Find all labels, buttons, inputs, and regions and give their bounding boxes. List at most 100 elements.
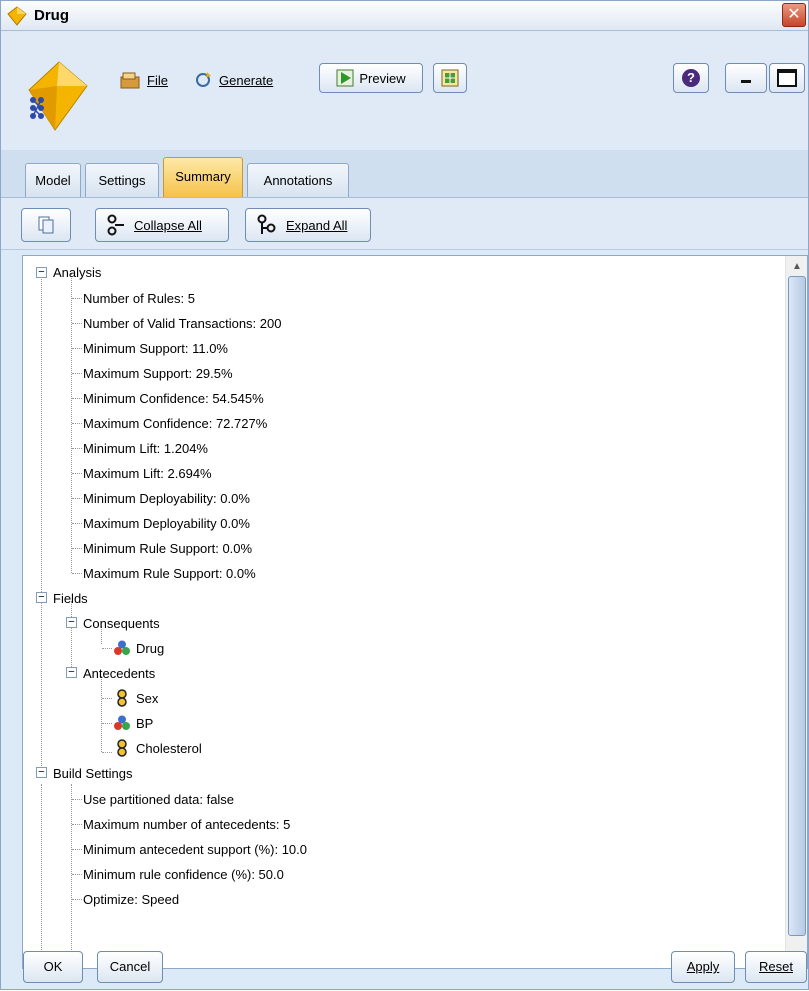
file-menu-label: File <box>147 72 168 88</box>
vertical-scrollbar[interactable]: ▲ ▼ <box>785 256 807 968</box>
expand-all-button[interactable]: Expand All <box>245 208 371 242</box>
analysis-item: Maximum Deployability 0.0% <box>83 515 250 531</box>
tab-summary[interactable]: Summary <box>163 157 243 197</box>
tree-connector <box>41 272 42 776</box>
tab-bar: Model Settings Summary Annotations <box>1 150 808 198</box>
title-bar[interactable]: Drug ✕ <box>1 1 808 31</box>
build-settings-label: Build Settings <box>53 765 133 781</box>
consequent-field-drug: Drug <box>113 638 164 658</box>
preview-label: Preview <box>359 70 406 86</box>
tab-annotations[interactable]: Annotations <box>247 163 349 197</box>
fields-label: Fields <box>53 590 88 606</box>
tree-connector <box>102 723 112 724</box>
tree-connector <box>72 523 82 524</box>
analysis-item: Minimum Support: 11.0% <box>83 340 228 356</box>
analysis-expander[interactable]: − <box>36 267 47 278</box>
generate-menu-label: Generate <box>219 72 274 88</box>
tree-connector <box>72 323 82 324</box>
ok-label: OK <box>43 959 63 974</box>
tree-connector <box>72 799 82 800</box>
window-title: Drug <box>34 7 69 24</box>
apply-label: Apply <box>686 959 720 974</box>
field-label: BP <box>136 715 154 731</box>
tree-connector <box>72 448 82 449</box>
build-setting-item: Maximum number of antecedents: 5 <box>83 816 291 832</box>
reset-button[interactable]: Reset <box>745 951 807 983</box>
export-button[interactable] <box>433 63 467 93</box>
summary-tree-panel[interactable]: − Analysis Number of Rules: 5 Number of … <box>22 255 808 969</box>
expand-all-label: Expand All <box>286 217 348 233</box>
maximize-button[interactable] <box>769 63 805 93</box>
tree-connector <box>71 601 72 667</box>
generate-menu[interactable]: Generate <box>193 66 273 94</box>
analysis-item: Maximum Support: 29.5% <box>83 365 233 381</box>
fields-node[interactable]: Fields <box>53 588 88 608</box>
tree-connector <box>72 849 82 850</box>
model-nugget-dialog: Drug ✕ File Generate Preview ? Model Set… <box>0 0 809 990</box>
tree-connector <box>102 698 112 699</box>
close-button[interactable]: ✕ <box>782 3 806 27</box>
collapse-all-button[interactable]: Collapse All <box>95 208 229 242</box>
antecedents-expander[interactable]: − <box>66 667 77 678</box>
collapse-all-label: Collapse All <box>134 217 202 233</box>
tree-connector <box>72 824 82 825</box>
copy-button[interactable] <box>21 208 71 242</box>
consequents-label: Consequents <box>83 615 160 631</box>
build-settings-expander[interactable]: − <box>36 767 47 778</box>
preview-button[interactable]: Preview <box>319 63 423 93</box>
tree-connector <box>72 573 82 574</box>
analysis-item: Minimum Rule Support: 0.0% <box>83 540 253 556</box>
antecedent-field-sex: Sex <box>113 688 158 708</box>
summary-action-bar: Collapse All Expand All <box>1 198 808 250</box>
build-setting-item: Minimum antecedent support (%): 10.0 <box>83 841 307 857</box>
analysis-item: Minimum Confidence: 54.545% <box>83 390 264 406</box>
build-settings-node[interactable]: Build Settings <box>53 763 133 783</box>
tab-model[interactable]: Model <box>25 163 81 197</box>
antecedents-label: Antecedents <box>83 665 156 681</box>
tree-connector <box>72 874 82 875</box>
build-setting-item: Use partitioned data: false <box>83 791 235 807</box>
analysis-item: Number of Rules: 5 <box>83 290 195 306</box>
build-setting-item: Optimize: Speed <box>83 891 180 907</box>
consequents-node[interactable]: Consequents <box>83 613 160 633</box>
flag-field-icon <box>117 689 127 707</box>
copy-icon <box>38 216 54 234</box>
tree-connector <box>72 373 82 374</box>
fields-expander[interactable]: − <box>36 592 47 603</box>
analysis-item: Number of Valid Transactions: 200 <box>83 315 282 331</box>
scroll-thumb[interactable] <box>788 276 806 936</box>
cancel-button[interactable]: Cancel <box>97 951 163 983</box>
apply-button[interactable]: Apply <box>671 951 735 983</box>
antecedent-field-cholesterol: Cholesterol <box>113 738 202 758</box>
analysis-item: Minimum Deployability: 0.0% <box>83 490 250 506</box>
consequents-expander[interactable]: − <box>66 617 77 628</box>
file-menu[interactable]: File <box>119 66 168 94</box>
minimize-button[interactable] <box>725 63 767 93</box>
tree-connector <box>72 498 82 499</box>
tree-connector <box>41 784 42 968</box>
preview-play-icon <box>336 69 354 87</box>
antecedents-node[interactable]: Antecedents <box>83 663 155 683</box>
reset-label: Reset <box>759 959 793 974</box>
analysis-node[interactable]: Analysis <box>53 262 101 282</box>
maximize-icon <box>777 69 797 87</box>
field-label: Drug <box>136 640 165 656</box>
build-setting-item: Minimum rule confidence (%): 50.0 <box>83 866 284 882</box>
model-nugget-icon <box>7 6 27 26</box>
tree-connector <box>72 398 82 399</box>
antecedent-field-bp: BP <box>113 713 153 733</box>
ok-button[interactable]: OK <box>23 951 83 983</box>
scroll-up-arrow-icon[interactable]: ▲ <box>788 258 806 276</box>
field-label: Cholesterol <box>136 740 202 756</box>
flag-field-icon <box>117 739 127 757</box>
tab-settings[interactable]: Settings <box>85 163 159 197</box>
tree-connector <box>72 348 82 349</box>
cancel-label: Cancel <box>109 959 151 974</box>
tree-connector <box>101 676 102 752</box>
tree-connector <box>72 298 82 299</box>
collapse-tree-icon <box>107 214 124 236</box>
analysis-item: Minimum Lift: 1.204% <box>83 440 208 456</box>
help-button[interactable]: ? <box>673 63 709 93</box>
tree-connector <box>72 473 82 474</box>
analysis-item: Maximum Rule Support: 0.0% <box>83 565 256 581</box>
